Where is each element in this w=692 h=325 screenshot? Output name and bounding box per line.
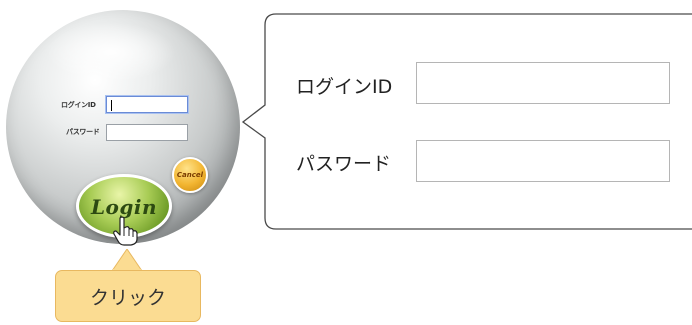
login-id-label: ログインID (61, 101, 96, 109)
text-caret (111, 100, 112, 111)
login-id-input[interactable] (106, 96, 188, 113)
password-label: パスワード (66, 128, 100, 136)
login-widget: ログインID パスワード Cancel Login (6, 10, 240, 244)
password-input[interactable] (106, 124, 188, 141)
cancel-button[interactable]: Cancel (172, 157, 208, 193)
pointer-hand-icon (113, 216, 138, 246)
click-tooltip: クリック (55, 270, 201, 322)
zoom-password-input[interactable] (416, 140, 670, 182)
sphere-highlight (46, 22, 176, 82)
zoom-login-id-input[interactable] (416, 62, 670, 104)
zoom-login-id-label: ログインID (296, 76, 393, 98)
click-tooltip-text: クリック (89, 286, 166, 309)
zoom-password-label: パスワード (296, 153, 392, 175)
